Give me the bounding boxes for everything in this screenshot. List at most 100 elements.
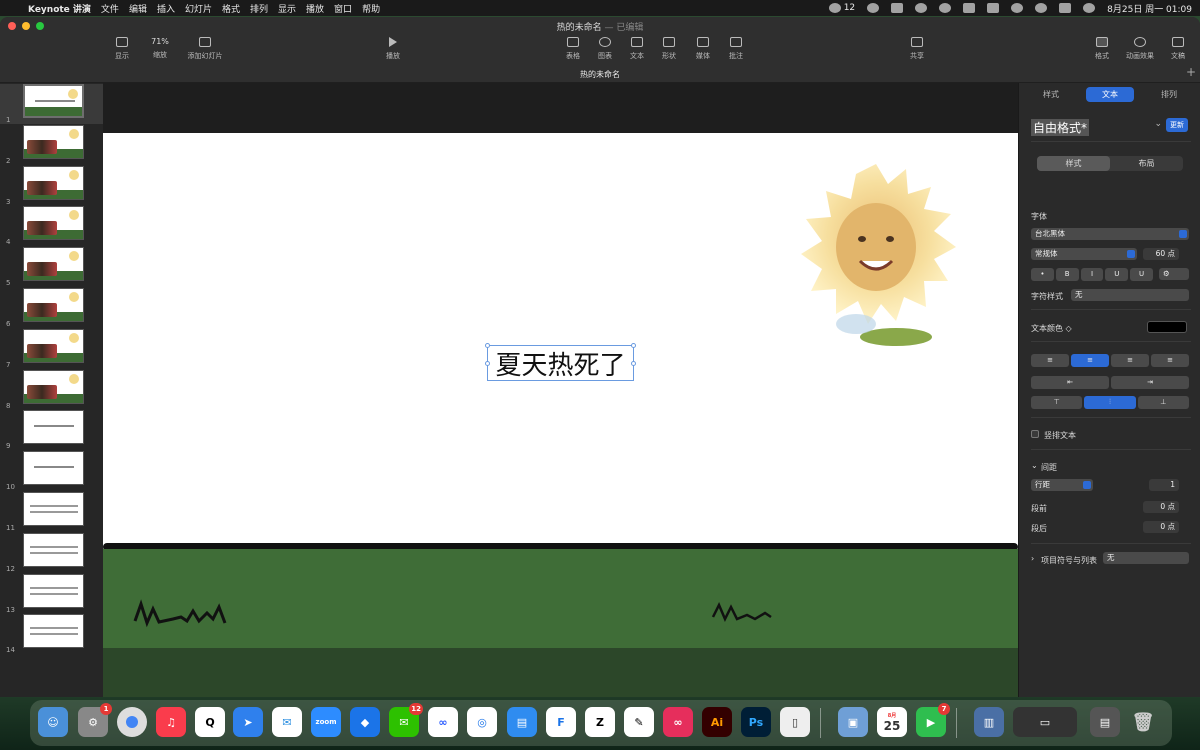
wifi-icon[interactable]	[1011, 3, 1024, 13]
menu-file[interactable]: 文件	[101, 2, 129, 15]
view-button[interactable]: 显示	[102, 37, 142, 61]
slide-thumbnail-preview[interactable]	[23, 410, 84, 445]
add-tab-icon[interactable]: +	[1186, 65, 1196, 79]
before-para-field[interactable]: 0 点	[1143, 501, 1179, 513]
creative-cloud-icon[interactable]: ∞	[663, 707, 693, 737]
menubar-clock[interactable]: 8月25日 周一 01:09	[1107, 2, 1192, 15]
notes-pen-icon[interactable]: ✎	[624, 707, 654, 737]
siri-icon[interactable]	[1083, 3, 1096, 13]
slide-thumbnail-preview[interactable]	[23, 328, 84, 363]
slide-thumbnail[interactable]: 4	[0, 206, 103, 246]
menu-format[interactable]: 格式	[222, 2, 250, 15]
bold-button[interactable]: B	[1055, 268, 1079, 281]
share-button[interactable]: 共享	[897, 37, 937, 61]
recent-windows-icon[interactable]: ▭	[1013, 707, 1077, 737]
slide-thumbnail-preview[interactable]	[23, 124, 84, 159]
music-icon[interactable]: ♫	[156, 707, 186, 737]
menu-insert[interactable]: 插入	[157, 2, 185, 15]
play-button[interactable]: 播放	[373, 37, 413, 61]
slide-thumbnail-preview[interactable]	[23, 573, 84, 608]
slide-thumbnail[interactable]: 1	[0, 84, 103, 124]
zoom-button[interactable]: 71% 缩放	[140, 37, 180, 60]
slide-thumbnail[interactable]: 13	[0, 573, 103, 614]
menu-view[interactable]: 显示	[278, 2, 306, 15]
document-button[interactable]: 文稿	[1158, 37, 1198, 61]
slide-thumbnail-preview[interactable]	[23, 532, 84, 567]
tab-text[interactable]: 文本	[1086, 87, 1134, 102]
menu-help[interactable]: 帮助	[362, 2, 390, 15]
slide-thumbnail[interactable]: 5	[0, 247, 103, 287]
slide-thumbnail[interactable]: 10	[0, 451, 103, 491]
slide-thumbnail-preview[interactable]	[23, 492, 84, 526]
lark-icon[interactable]: ◎	[467, 707, 497, 737]
chrome-icon[interactable]	[117, 707, 147, 737]
slide-thumbnail[interactable]: 2	[0, 124, 103, 165]
slide-thumbnail-preview[interactable]	[23, 84, 84, 118]
tab-style[interactable]: 样式	[1027, 87, 1075, 102]
resize-handle-top-left[interactable]	[485, 343, 490, 348]
spotlight-search-icon[interactable]	[1035, 3, 1048, 13]
subtab-style[interactable]: 样式	[1037, 156, 1110, 171]
slide-thumbnail-preview[interactable]	[23, 206, 84, 241]
slide-thumbnail-preview[interactable]	[23, 288, 84, 322]
resize-handle-right[interactable]	[631, 361, 636, 366]
align-middle-button[interactable]: ⫶	[1084, 396, 1136, 409]
spacing-label[interactable]: 间距	[1041, 462, 1057, 473]
resize-handle-left[interactable]	[485, 361, 490, 366]
weibo-status-icon[interactable]	[867, 3, 880, 13]
slide-title-text[interactable]: 夏天热死了	[495, 345, 625, 382]
tencent-meeting-icon[interactable]: ◆	[350, 707, 380, 737]
keynote-icon[interactable]: ▤	[507, 707, 537, 737]
slide-thumbnail[interactable]: 7	[0, 328, 103, 369]
menu-arrange[interactable]: 排列	[250, 2, 278, 15]
facetime-icon[interactable]: ▶ 7	[916, 703, 950, 737]
slide-thumbnail-preview[interactable]	[23, 614, 84, 649]
line-spacing-popup[interactable]: 行距	[1031, 479, 1093, 491]
preview-icon[interactable]: ▣	[838, 707, 868, 737]
slide-thumbnail[interactable]: 14	[0, 614, 103, 654]
slide-thumbnail-preview[interactable]	[23, 247, 84, 282]
photoshop-icon[interactable]: Ps	[741, 707, 771, 737]
bullets-disclosure-icon[interactable]: ›	[1031, 554, 1034, 563]
zotero-icon[interactable]: Z	[585, 707, 615, 737]
current-slide[interactable]: 夏天热死了	[103, 133, 1018, 648]
battery-icon[interactable]	[987, 3, 1000, 13]
align-right-button[interactable]: ≡	[1111, 354, 1149, 367]
text-options-button[interactable]: •	[1031, 268, 1054, 281]
align-center-button[interactable]: ≡	[1071, 354, 1109, 367]
slide-thumbnail[interactable]: 11	[0, 492, 103, 532]
menu-window[interactable]: 窗口	[334, 2, 362, 15]
baidu-netdisk-icon[interactable]: ∞	[428, 707, 458, 737]
line-spacing-field[interactable]: 1	[1149, 479, 1179, 491]
record-status-icon[interactable]	[915, 3, 928, 13]
spacing-disclosure-icon[interactable]: ⌄	[1031, 461, 1038, 470]
update-style-button[interactable]: 更新	[1166, 118, 1188, 132]
play-status-icon[interactable]	[939, 3, 952, 13]
font-family-popup[interactable]: 台北黑体	[1031, 228, 1189, 240]
menu-app-name[interactable]: Keynote 讲演	[28, 2, 101, 15]
resize-handle-top-right[interactable]	[631, 343, 636, 348]
illustrator-icon[interactable]: Ai	[702, 707, 732, 737]
slide-thumbnail[interactable]: 6	[0, 288, 103, 328]
qq-icon[interactable]: Q	[195, 707, 225, 737]
chevron-down-icon[interactable]: ⌄	[1154, 119, 1162, 129]
increase-indent-button[interactable]: ⇥	[1111, 376, 1189, 389]
iphone-mirroring-icon[interactable]: ▯	[780, 707, 810, 737]
vertical-text-checkbox[interactable]	[1031, 430, 1039, 438]
wechat-icon[interactable]: ✉ 12	[389, 703, 423, 737]
system-settings-icon[interactable]: ⚙ 1	[78, 703, 112, 737]
wechat-status-icon[interactable]: 12	[828, 3, 855, 13]
finder-icon[interactable]: ☺	[38, 707, 68, 737]
comment-button[interactable]: 批注	[716, 37, 756, 61]
strikethrough-button[interactable]: U	[1130, 268, 1153, 281]
trash-icon[interactable]: 🗑	[1128, 707, 1158, 737]
after-para-field[interactable]: 0 点	[1143, 521, 1179, 533]
text-color-well[interactable]	[1147, 321, 1187, 333]
bullets-popup[interactable]: 无	[1103, 552, 1189, 564]
pen-status-icon[interactable]	[891, 3, 904, 13]
lark-docs-icon[interactable]: ✉	[272, 707, 302, 737]
font-size-field[interactable]: 60 点	[1143, 248, 1179, 260]
slide-thumbnail-preview[interactable]	[23, 369, 84, 404]
align-top-button[interactable]: ⊤	[1031, 396, 1083, 409]
animate-button[interactable]: 动画效果	[1120, 37, 1160, 61]
